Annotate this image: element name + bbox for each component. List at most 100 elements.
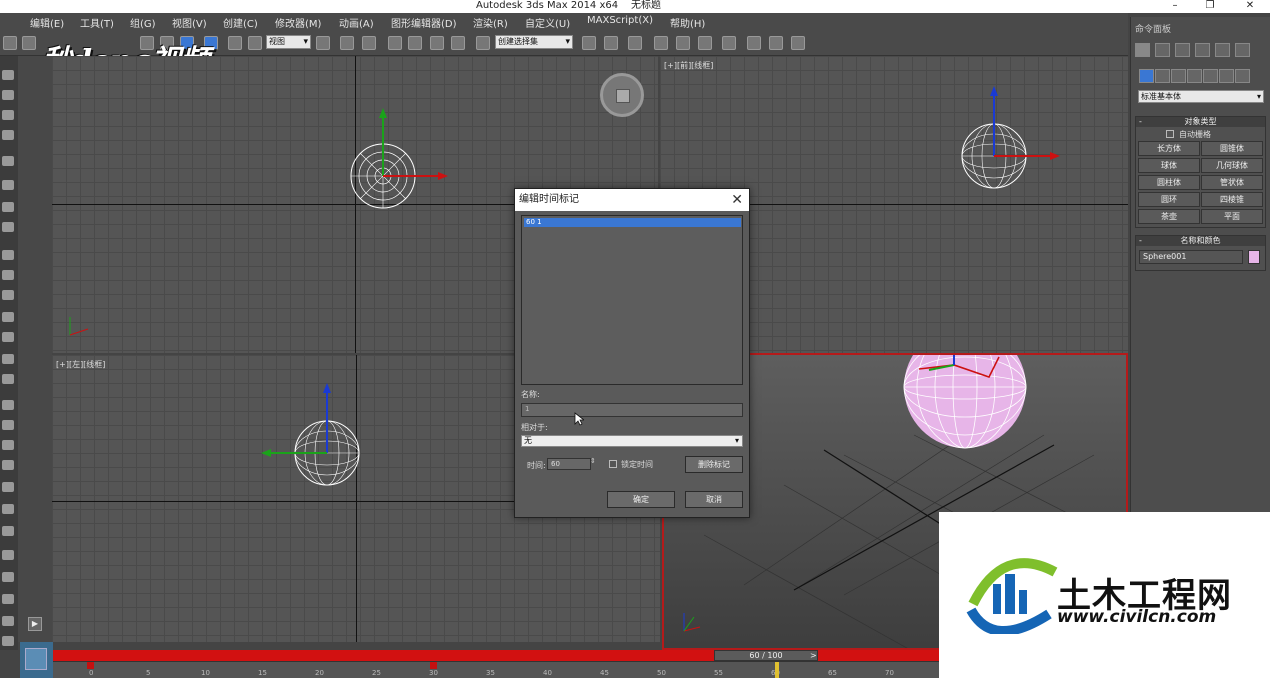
spinner-arrows-icon[interactable]: ⇕: [590, 457, 596, 465]
tool-icon[interactable]: [2, 420, 14, 430]
hierarchy-tab-icon[interactable]: [1175, 43, 1190, 57]
graphite-icon[interactable]: [654, 36, 668, 50]
named-selection-dropdown[interactable]: 创建选择集: [495, 35, 573, 49]
tool-icon[interactable]: [2, 90, 14, 100]
viewport-label-front[interactable]: [+][前][线框]: [664, 60, 713, 71]
move-icon[interactable]: [340, 36, 354, 50]
restore-button[interactable]: ❐: [1200, 0, 1220, 12]
keyframe-marker[interactable]: [87, 662, 94, 669]
snap-toggle-icon[interactable]: [388, 36, 402, 50]
lock-time-checkbox[interactable]: [609, 460, 617, 468]
dialog-close-icon[interactable]: ✕: [731, 189, 743, 211]
viewcube-icon[interactable]: [600, 73, 644, 117]
unlink-icon[interactable]: [22, 36, 36, 50]
utilities-tab-icon[interactable]: [1235, 43, 1250, 57]
tool-icon[interactable]: [2, 290, 14, 300]
mirror-icon[interactable]: [582, 36, 596, 50]
menu-maxscript[interactable]: MAXScript(X): [587, 15, 653, 26]
cone-button[interactable]: 圆锥体: [1201, 141, 1263, 156]
space-warps-icon[interactable]: [1219, 69, 1234, 83]
sphere-shaded-perspective[interactable]: [899, 353, 1029, 455]
edit-named-selection-icon[interactable]: [476, 36, 490, 50]
menu-create[interactable]: 创建(C): [223, 15, 258, 30]
time-tag-list[interactable]: 60 1: [521, 215, 743, 385]
schematic-view-icon[interactable]: [698, 36, 712, 50]
keyframe-marker[interactable]: [430, 662, 437, 669]
cameras-icon[interactable]: [1187, 69, 1202, 83]
rollout-name-color-header[interactable]: - 名称和颜色: [1136, 236, 1265, 246]
pivot-icon[interactable]: [316, 36, 330, 50]
tool-icon[interactable]: [2, 440, 14, 450]
link-icon[interactable]: [3, 36, 17, 50]
tool-icon[interactable]: [2, 130, 14, 140]
play-icon[interactable]: ▶: [28, 617, 42, 631]
menu-tools[interactable]: 工具(T): [80, 15, 114, 30]
cylinder-button[interactable]: 圆柱体: [1138, 175, 1200, 190]
layer-manager-icon[interactable]: [628, 36, 642, 50]
close-window-button[interactable]: ✕: [1240, 0, 1260, 12]
pyramid-button[interactable]: 四棱锥: [1201, 192, 1263, 207]
teapot-button[interactable]: 茶壶: [1138, 209, 1200, 224]
systems-icon[interactable]: [1235, 69, 1250, 83]
viewport-layout-button[interactable]: [20, 642, 53, 678]
track-bar[interactable]: 0 5 10 15 20 25 30 35 40 45 50 55 60 65 …: [53, 661, 939, 678]
display-tab-icon[interactable]: [1215, 43, 1230, 57]
tool-icon[interactable]: [2, 572, 14, 582]
object-name-field[interactable]: Sphere001: [1139, 250, 1243, 264]
tool-icon[interactable]: [2, 354, 14, 364]
keyboard-shortcut-icon[interactable]: [362, 36, 376, 50]
menu-modifiers[interactable]: 修改器(M): [275, 15, 321, 30]
minimize-button[interactable]: –: [1165, 0, 1185, 12]
modify-tab-icon[interactable]: [1155, 43, 1170, 57]
spinner-snap-icon[interactable]: [451, 36, 465, 50]
tool-icon[interactable]: [2, 374, 14, 384]
ok-button[interactable]: 确定: [607, 491, 675, 508]
tool-icon[interactable]: [2, 156, 14, 166]
rotate-icon[interactable]: [228, 36, 242, 50]
menu-customize[interactable]: 自定义(U): [525, 15, 570, 30]
geosphere-button[interactable]: 几何球体: [1201, 158, 1263, 173]
lights-icon[interactable]: [1171, 69, 1186, 83]
time-slider-thumb[interactable]: 60 / 100: [714, 650, 818, 661]
tool-icon[interactable]: [2, 504, 14, 514]
auto-grid-checkbox[interactable]: [1166, 130, 1174, 138]
delete-tag-button[interactable]: 删除标记: [685, 456, 743, 473]
tool-icon[interactable]: [2, 202, 14, 212]
motion-tab-icon[interactable]: [1195, 43, 1210, 57]
geometry-category-dropdown[interactable]: 标准基本体: [1138, 90, 1264, 103]
ref-coord-dropdown[interactable]: 视图: [266, 35, 311, 49]
scale-icon[interactable]: [248, 36, 262, 50]
menu-edit[interactable]: 编辑(E): [30, 15, 64, 30]
percent-snap-icon[interactable]: [430, 36, 444, 50]
tool-icon[interactable]: [2, 180, 14, 190]
menu-help[interactable]: 帮助(H): [670, 15, 705, 30]
tool-icon[interactable]: [2, 250, 14, 260]
menu-animation[interactable]: 动画(A): [339, 15, 374, 30]
time-next-button[interactable]: >: [810, 651, 817, 660]
menu-rendering[interactable]: 渲染(R): [473, 15, 508, 30]
menu-views[interactable]: 视图(V): [172, 15, 207, 30]
create-tab-icon[interactable]: [1135, 43, 1150, 57]
relative-to-dropdown[interactable]: 无: [521, 435, 743, 447]
tag-name-input[interactable]: 1: [521, 403, 743, 417]
box-button[interactable]: 长方体: [1138, 141, 1200, 156]
tool-icon[interactable]: [2, 222, 14, 232]
tool-icon[interactable]: [2, 400, 14, 410]
tool-icon[interactable]: [2, 616, 14, 626]
tube-button[interactable]: 管状体: [1201, 175, 1263, 190]
tool-icon[interactable]: [2, 550, 14, 560]
torus-button[interactable]: 圆环: [1138, 192, 1200, 207]
plane-button[interactable]: 平面: [1201, 209, 1263, 224]
shapes-icon[interactable]: [1155, 69, 1170, 83]
tool-icon[interactable]: [2, 482, 14, 492]
tool-icon[interactable]: [2, 110, 14, 120]
viewport-label-left[interactable]: [+][左][线框]: [56, 359, 105, 370]
time-tag-list-item[interactable]: 60 1: [524, 218, 741, 227]
geometry-icon[interactable]: [1139, 69, 1154, 83]
menu-graph-editors[interactable]: 图形编辑器(D): [391, 15, 457, 30]
sphere-button[interactable]: 球体: [1138, 158, 1200, 173]
tool-icon[interactable]: [2, 332, 14, 342]
tool-icon[interactable]: [2, 312, 14, 322]
sphere-wireframe-front[interactable]: [950, 78, 1070, 193]
rendered-frame-icon[interactable]: [769, 36, 783, 50]
